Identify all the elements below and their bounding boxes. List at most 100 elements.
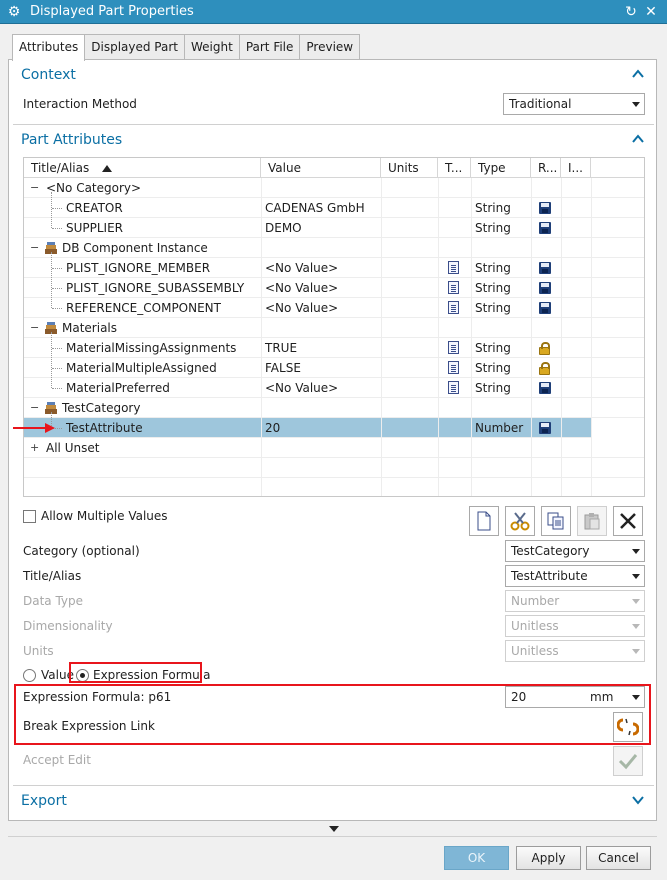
save-icon [539,382,551,394]
tab-displayed-part[interactable]: Displayed Part [84,34,185,60]
collapse-chevron-icon[interactable] [630,131,646,147]
interaction-method-value: Traditional [509,97,572,111]
collapse-icon[interactable]: − [30,182,39,193]
table-row[interactable]: MaterialMultipleAssigned FALSE String [24,358,644,378]
table-header: Title/Alias Value Units T... Type R... I… [24,158,644,178]
copy-button[interactable] [541,506,571,536]
category-select[interactable]: TestCategory [505,540,645,562]
dropdown-arrow-icon [632,549,640,554]
part-attributes-title: Part Attributes [21,132,123,148]
title-alias-label: Title/Alias [23,569,82,583]
attributes-table[interactable]: Title/Alias Value Units T... Type R... I… [23,157,645,497]
document-icon [448,341,459,354]
table-row[interactable]: REFERENCE_COMPONENT <No Value> String [24,298,644,318]
checkmark-icon [618,754,638,770]
row-type: String [475,201,511,215]
column-header-i[interactable]: I... [561,158,591,178]
table-row[interactable]: TestAttribute 20 Number [24,418,591,438]
column-header-type[interactable]: Type [471,158,531,178]
export-section-header[interactable]: Export [9,788,656,814]
close-icon[interactable]: ✕ [641,4,661,20]
paste-button[interactable] [577,506,607,536]
row-value: FALSE [265,361,301,375]
table-row[interactable]: CREATOR CADENAS GmbH String [24,198,644,218]
title-alias-select[interactable]: TestAttribute [505,565,645,587]
row-title: TestCategory [62,401,141,415]
collapse-icon[interactable]: − [30,322,39,333]
column-header-r[interactable]: R... [531,158,561,178]
document-icon [448,261,459,274]
apply-button[interactable]: Apply [516,846,581,870]
column-header-label: Title/Alias [31,161,90,175]
category-row[interactable]: − DB Component Instance [24,238,644,258]
category-row[interactable]: + All Unset [24,438,644,458]
column-divider [471,178,472,496]
cut-button[interactable] [505,506,535,536]
category-row[interactable]: − Materials [24,318,644,338]
row-title: REFERENCE_COMPONENT [66,301,221,315]
ok-button[interactable]: OK [444,846,509,870]
table-row[interactable]: SUPPLIER DEMO String [24,218,644,238]
row-type: String [475,221,511,235]
lock-icon [539,362,550,375]
interaction-method-select[interactable]: Traditional [503,93,645,115]
cut-icon [510,512,530,531]
category-row[interactable]: − TestCategory [24,398,644,418]
tab-attributes[interactable]: Attributes [12,34,86,61]
broken-link-icon [617,718,639,736]
column-header-title[interactable]: Title/Alias [24,158,261,178]
row-title: SUPPLIER [66,221,124,235]
gear-icon[interactable]: ⚙ [2,4,26,20]
context-section-header[interactable]: Context [9,62,656,88]
export-title: Export [21,793,67,809]
break-expression-link-button[interactable] [613,712,643,742]
expand-icon[interactable]: + [30,442,39,453]
row-value: 20 [265,421,281,435]
column-header-units[interactable]: Units [381,158,438,178]
cancel-button[interactable]: Cancel [586,846,651,870]
new-attribute-button[interactable] [469,506,499,536]
table-row[interactable]: PLIST_IGNORE_MEMBER <No Value> String [24,258,644,278]
tree-line [52,288,62,289]
expression-value-select[interactable]: 20 mm [505,686,645,708]
highlight-box [69,662,202,683]
more-options-arrow-icon[interactable] [329,826,339,833]
table-row[interactable]: MaterialMissingAssignments TRUE String [24,338,644,358]
row-type: String [475,361,511,375]
row-value: CADENAS GmbH [265,201,365,215]
divider [13,785,654,786]
expand-chevron-icon[interactable] [630,792,646,808]
column-header-t[interactable]: T... [438,158,471,178]
table-row[interactable]: PLIST_IGNORE_SUBASSEMBLY <No Value> String [24,278,644,298]
delete-button[interactable] [613,506,643,536]
reset-icon[interactable]: ↻ [621,4,641,20]
table-row[interactable]: MaterialPreferred <No Value> String [24,378,644,398]
row-title: PLIST_IGNORE_MEMBER [66,261,211,275]
column-divider [381,178,382,496]
category-label: Category (optional) [23,544,140,558]
tree-line [52,368,62,369]
row-title: DB Component Instance [62,241,208,255]
value-radio[interactable] [23,669,36,682]
tab-preview[interactable]: Preview [299,34,361,60]
collapse-icon[interactable]: − [30,242,39,253]
collapse-icon[interactable]: − [30,402,39,413]
tab-weight[interactable]: Weight [184,34,240,60]
category-row[interactable]: − <No Category> [24,178,644,198]
part-attributes-section-header[interactable]: Part Attributes [9,127,656,153]
tree-line [52,268,62,269]
dropdown-arrow-icon [632,624,640,629]
row-type: String [475,281,511,295]
allow-multiple-checkbox[interactable] [23,510,36,523]
tree-line [51,252,52,308]
category-value: TestCategory [511,544,590,558]
column-header-value[interactable]: Value [261,158,381,178]
title-bar: ⚙ Displayed Part Properties ↻ ✕ [0,0,667,24]
row-value: DEMO [265,221,302,235]
row-title: All Unset [46,441,100,455]
dropdown-arrow-icon [632,695,640,700]
collapse-chevron-icon[interactable] [630,66,646,82]
tab-part-file[interactable]: Part File [238,34,301,60]
column-divider [438,178,439,496]
copy-icon [547,512,564,530]
